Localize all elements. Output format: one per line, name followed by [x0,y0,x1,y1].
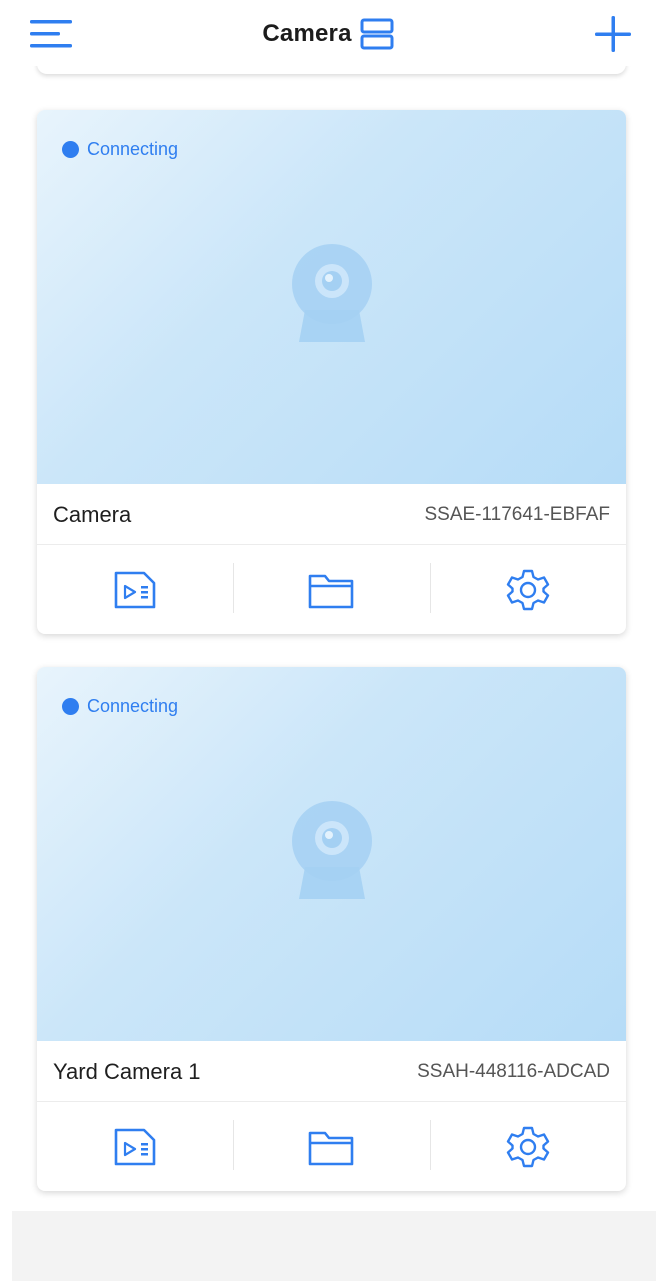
settings-button[interactable] [429,545,626,634]
camera-preview[interactable]: Connecting [37,110,626,484]
page-title: Camera [262,20,352,47]
playback-icon [114,1128,156,1165]
camera-info-row: Camera SSAE-117641-EBFAF [37,484,626,545]
status-dot-icon [62,141,79,158]
add-icon [595,16,631,52]
camera-info-row: Yard Camera 1 SSAH-448116-ADCAD [37,1041,626,1102]
folder-icon [309,574,354,608]
camera-serial-id: SSAH-448116-ADCAD [417,1061,610,1082]
connection-status: Connecting [62,139,178,160]
playback-button[interactable] [37,1102,233,1191]
files-button[interactable] [233,545,429,634]
add-camera-button[interactable] [590,12,636,56]
folder-icon [309,1131,354,1165]
camera-preview[interactable]: Connecting [37,667,626,1041]
app-header: Camera [0,0,656,66]
camera-serial-id: SSAE-117641-EBFAF [424,504,610,525]
camera-placeholder-icon [292,801,372,899]
camera-placeholder-icon [292,244,372,342]
layout-list-icon [360,18,394,50]
status-text: Connecting [87,139,179,159]
title-wrapper: Camera [0,14,656,54]
bottom-empty-area [12,1211,656,1281]
camera-name: Yard Camera 1 [53,1059,201,1084]
playback-icon [114,571,156,608]
playback-button[interactable] [37,545,233,634]
camera-name: Camera [53,502,132,527]
status-dot-icon [62,698,79,715]
layout-toggle-button[interactable] [360,17,394,51]
files-button[interactable] [233,1102,429,1191]
camera-actions [37,1102,626,1191]
settings-icon [506,1126,550,1167]
camera-actions [37,545,626,634]
status-text: Connecting [87,696,179,716]
camera-card: Connecting Camera SSAE-117641-EBFAF [37,110,626,634]
settings-icon [506,569,550,610]
camera-card: Connecting Yard Camera 1 SSAH-448116-ADC… [37,667,626,1191]
settings-button[interactable] [429,1102,626,1191]
connection-status: Connecting [62,696,178,717]
